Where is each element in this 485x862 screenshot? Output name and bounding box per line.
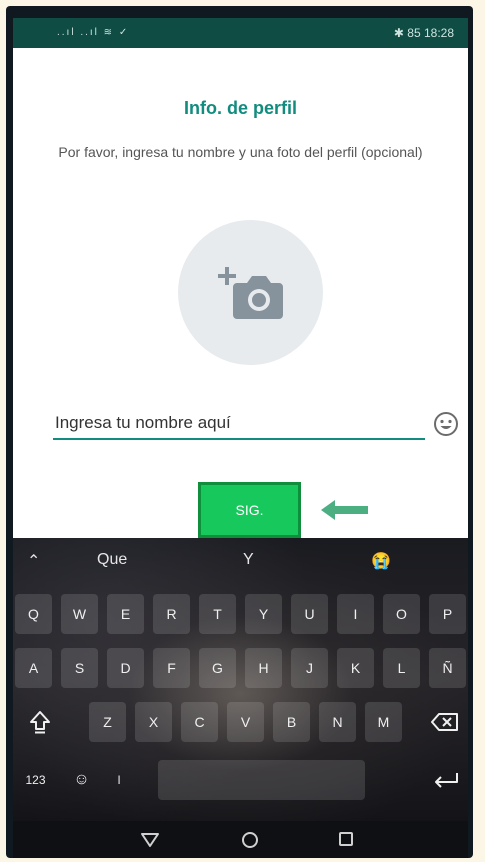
- key-a[interactable]: A: [15, 648, 52, 688]
- key-b[interactable]: B: [273, 702, 310, 742]
- key-e[interactable]: E: [107, 594, 144, 634]
- key-d[interactable]: D: [107, 648, 144, 688]
- key-q[interactable]: Q: [15, 594, 52, 634]
- key-row-1: Q W E R T Y U I O P: [13, 594, 468, 636]
- status-bar: ..ıl ..ıl ≋ ✓ ✱ 85 18:28: [13, 18, 468, 48]
- key-v[interactable]: V: [227, 702, 264, 742]
- mic-hint-icon: ǀ: [117, 773, 121, 787]
- name-input[interactable]: [53, 408, 425, 440]
- key-c[interactable]: C: [181, 702, 218, 742]
- suggestion-bar: ⌃ Que Y 😭: [13, 538, 468, 582]
- phone-screen: ..ıl ..ıl ≋ ✓ ✱ 85 18:28 Info. de perfil…: [13, 18, 468, 858]
- key-row-3: Z X C V B N M: [13, 702, 468, 744]
- comma-key[interactable]: ǀ: [109, 760, 129, 800]
- emoji-key[interactable]: ☺: [63, 760, 100, 800]
- on-screen-keyboard: ⌃ Que Y 😭 Q W E R T Y U I O P A S D F G …: [13, 538, 468, 821]
- numbers-key[interactable]: 123: [17, 760, 54, 800]
- navigation-bar: [13, 821, 468, 858]
- profile-photo-picker[interactable]: [178, 220, 323, 365]
- suggestion-1[interactable]: Que: [97, 551, 127, 569]
- key-m[interactable]: M: [365, 702, 402, 742]
- smiley-icon[interactable]: [433, 411, 459, 437]
- status-time: 18:28: [423, 26, 454, 40]
- key-n[interactable]: N: [319, 702, 356, 742]
- key-f[interactable]: F: [153, 648, 190, 688]
- enter-icon: [434, 773, 458, 788]
- key-y[interactable]: Y: [245, 594, 282, 634]
- suggestion-3[interactable]: 😭: [371, 551, 391, 571]
- page-title: Info. de perfil: [183, 98, 297, 118]
- key-s[interactable]: S: [61, 648, 98, 688]
- key-l[interactable]: L: [383, 648, 420, 688]
- next-button[interactable]: SIG.: [198, 482, 301, 538]
- key-row-2: A S D F G H J K L Ñ: [13, 648, 468, 690]
- signal-indicators: ..ıl ..ıl ≋ ✓: [57, 27, 130, 38]
- key-g[interactable]: G: [199, 648, 236, 688]
- key-t[interactable]: T: [199, 594, 236, 634]
- profile-info-screen: Info. de perfil Por favor, ingresa tu no…: [13, 48, 468, 553]
- status-right: ✱ 85 18:28: [394, 26, 454, 40]
- add-camera-icon: [218, 267, 283, 319]
- key-row-4: 123 ☺ ǀ: [13, 760, 468, 802]
- key-u[interactable]: U: [291, 594, 328, 634]
- backspace-icon: [431, 713, 458, 731]
- suggestion-2[interactable]: Y: [243, 551, 254, 569]
- key-p[interactable]: P: [429, 594, 466, 634]
- shift-key[interactable]: [21, 702, 58, 742]
- key-k[interactable]: K: [337, 648, 374, 688]
- key-h[interactable]: H: [245, 648, 282, 688]
- enter-key[interactable]: [427, 760, 464, 800]
- key-x[interactable]: X: [135, 702, 172, 742]
- key-r[interactable]: R: [153, 594, 190, 634]
- expand-suggestions-icon[interactable]: ⌃: [27, 551, 40, 571]
- shift-icon: [29, 711, 50, 734]
- key-i[interactable]: I: [337, 594, 374, 634]
- home-circle-icon[interactable]: [241, 832, 259, 850]
- battery-level: 85: [407, 26, 421, 40]
- backspace-key[interactable]: [425, 702, 465, 742]
- bluetooth-icon: ✱: [393, 26, 404, 40]
- key-enye[interactable]: Ñ: [429, 648, 466, 688]
- back-triangle-icon[interactable]: [140, 832, 160, 848]
- emoji-key-icon: ☺: [73, 771, 90, 788]
- key-w[interactable]: W: [61, 594, 98, 634]
- space-key[interactable]: [158, 760, 365, 800]
- key-j[interactable]: J: [291, 648, 328, 688]
- key-o[interactable]: O: [383, 594, 420, 634]
- recents-square-icon[interactable]: [338, 832, 354, 848]
- key-z[interactable]: Z: [89, 702, 126, 742]
- arrow-left-icon: [321, 500, 368, 520]
- page-subtitle: Por favor, ingresa tu nombre y una foto …: [58, 144, 423, 160]
